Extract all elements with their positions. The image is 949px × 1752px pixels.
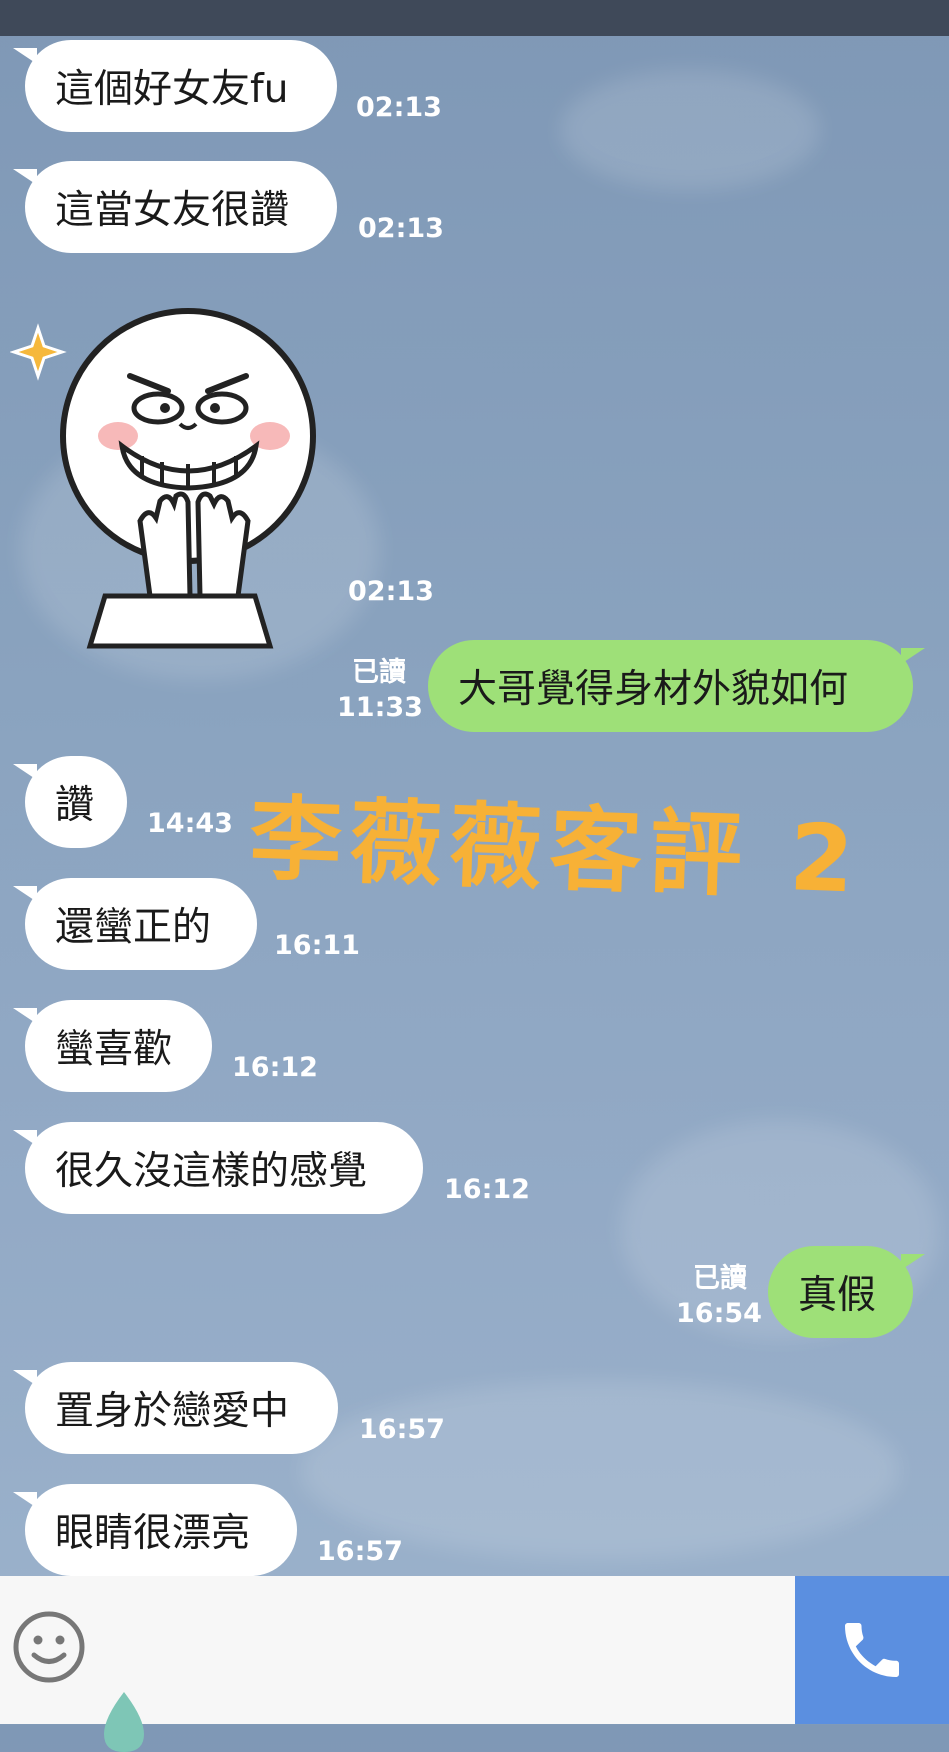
message-text: 眼睛很漂亮	[55, 1511, 251, 1556]
message-time: 16:57	[317, 1536, 403, 1567]
message-time: 16:57	[359, 1414, 445, 1445]
drop-icon	[104, 1692, 144, 1752]
message-time: 02:13	[358, 213, 444, 244]
message-composer	[0, 1576, 949, 1752]
message-bubble[interactable]: 這當女友很讚	[13, 161, 337, 253]
message-time: 16:54	[676, 1298, 762, 1329]
message-time: 02:13	[356, 92, 442, 123]
message-bubble[interactable]: 大哥覺得身材外貌如何	[428, 640, 925, 732]
message-time: 14:43	[147, 808, 233, 839]
message-bubble[interactable]: 還蠻正的	[13, 878, 257, 970]
message-bubble[interactable]: 這個好女友fu	[13, 40, 337, 132]
message-text: 還蠻正的	[55, 905, 212, 950]
message-text: 讚	[55, 783, 95, 828]
phone-icon	[845, 1623, 899, 1677]
status-bar	[0, 0, 949, 36]
message-text: 大哥覺得身材外貌如何	[458, 667, 849, 712]
message-time: 11:33	[337, 692, 423, 723]
message-text: 置身於戀愛中	[55, 1389, 290, 1434]
read-receipt: 已讀	[352, 657, 406, 688]
message-text: 這當女友很讚	[55, 188, 290, 233]
message-time: 02:13	[348, 576, 434, 607]
message-text: 蠻喜歡	[55, 1027, 173, 1072]
message-bubble[interactable]: 蠻喜歡	[13, 1000, 212, 1092]
message-bubble[interactable]: 真假	[768, 1246, 925, 1338]
message-time: 16:11	[274, 930, 360, 961]
message-bubble[interactable]: 很久沒這樣的感覺	[13, 1122, 423, 1214]
message-text: 很久沒這樣的感覺	[55, 1149, 368, 1194]
message-text: 真假	[798, 1273, 877, 1318]
message-text: 這個好女友fu	[55, 67, 289, 112]
watermark-text: 李薇薇客評 2	[248, 785, 864, 914]
message-bubble[interactable]: 置身於戀愛中	[13, 1362, 338, 1454]
grinning-character-sticker[interactable]	[10, 296, 340, 651]
message-time: 16:12	[232, 1052, 318, 1083]
smiley-icon[interactable]	[12, 1610, 86, 1684]
call-button[interactable]	[795, 1576, 949, 1724]
message-bubble[interactable]: 眼睛很漂亮	[13, 1484, 297, 1576]
message-bubble[interactable]: 讚	[13, 756, 127, 848]
message-time: 16:12	[444, 1174, 530, 1205]
read-receipt: 已讀	[693, 1263, 747, 1294]
